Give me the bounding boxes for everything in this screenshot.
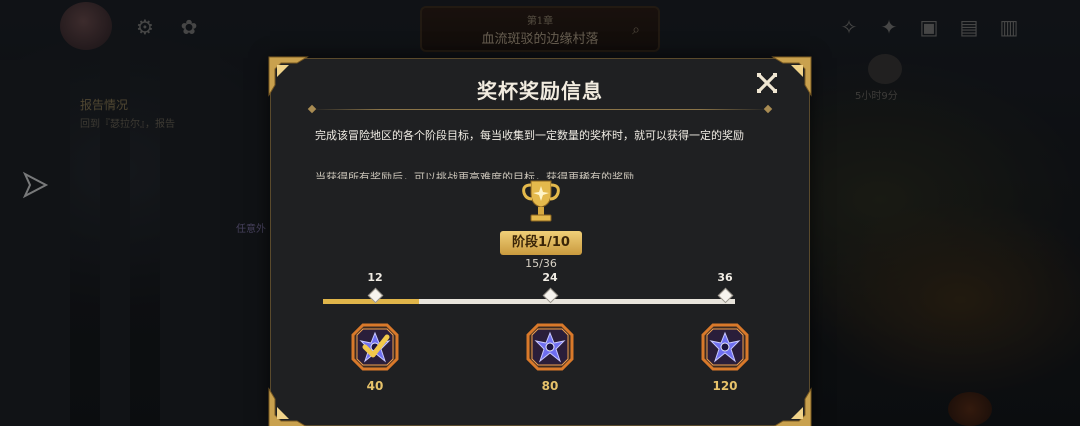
corner-ornament [268, 387, 309, 426]
milestone-36: 36 120 [695, 271, 755, 393]
reward-amount: 40 [366, 379, 384, 393]
milestone-12: 12 40 [345, 271, 405, 393]
stage-badge: 阶段1/10 [500, 231, 582, 255]
trophy-progress-count: 15/36 [525, 257, 557, 270]
title-divider [311, 109, 769, 110]
milestone-threshold: 24 [542, 271, 558, 284]
reward-amount: 80 [541, 379, 559, 393]
milestone-marker [542, 287, 558, 304]
milestone-threshold: 36 [717, 271, 733, 284]
shuriken-gem-icon [701, 323, 749, 371]
reward-amount: 120 [712, 379, 738, 393]
milestone-threshold: 12 [367, 271, 383, 284]
reward-item-button[interactable] [351, 323, 399, 371]
corner-ornament [771, 387, 812, 426]
reward-item-button[interactable] [526, 323, 574, 371]
milestone-marker [717, 287, 733, 304]
trophy-icon [522, 180, 560, 222]
milestone-marker [367, 287, 383, 304]
trophy-reward-modal: 奖杯奖励信息 完成该冒险地区的各个阶段目标，每当收集到一定数量的奖杯时，就可以获… [268, 56, 812, 426]
shuriken-gem-icon [351, 323, 399, 371]
milestone-24: 24 80 [520, 271, 580, 393]
reward-item-button[interactable] [701, 323, 749, 371]
shuriken-gem-icon [526, 323, 574, 371]
reward-description: 完成该冒险地区的各个阶段目标，每当收集到一定数量的奖杯时，就可以获得一定的奖励 [315, 129, 744, 142]
modal-title: 奖杯奖励信息 [477, 79, 603, 103]
close-icon[interactable] [755, 71, 779, 95]
